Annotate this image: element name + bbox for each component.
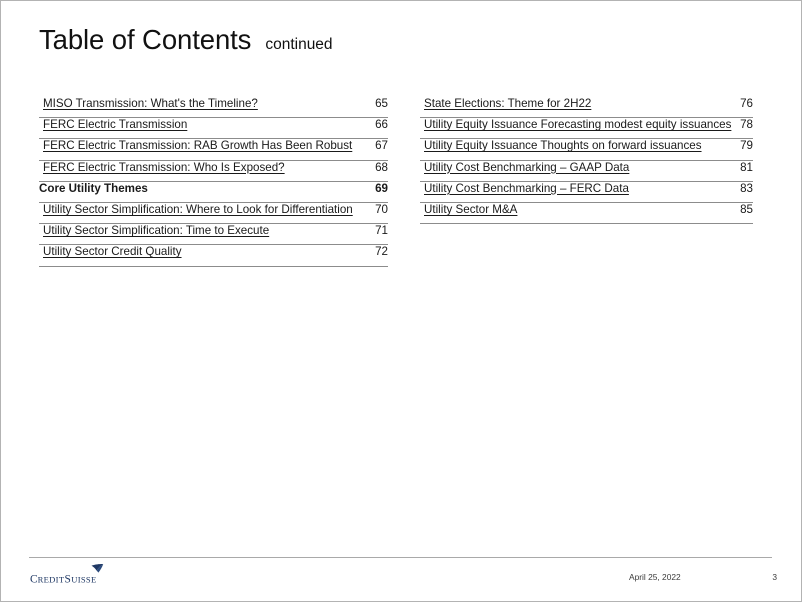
toc-entry-title[interactable]: Utility Sector Simplification: Where to … (43, 203, 353, 216)
toc-entry-title[interactable]: Utility Equity Issuance Thoughts on forw… (424, 139, 702, 152)
toc-left-entry-row[interactable]: Utility Sector Credit Quality 72 (39, 245, 388, 267)
toc-entry-title[interactable]: FERC Electric Transmission: Who Is Expos… (43, 161, 285, 174)
page-title-main: Table of Contents (39, 24, 252, 55)
toc-entry-title[interactable]: Utility Sector Simplification: Time to E… (43, 224, 269, 237)
toc-left-entry-row[interactable]: FERC Electric Transmission: RAB Growth H… (39, 139, 388, 161)
toc-left-entry-row[interactable]: FERC Electric Transmission: Who Is Expos… (39, 161, 388, 182)
toc-left-entry-row[interactable]: Core Utility Themes 69 (39, 182, 388, 203)
toc-entry-page-number[interactable]: 85 (740, 203, 753, 216)
slide-canvas: Table of Contents continued MISO Transmi… (0, 0, 802, 602)
toc-right-entry-row[interactable]: Utility Sector M&A 85 (420, 203, 753, 225)
toc-right-column: State Elections: Theme for 2H22 76 Utility… (420, 97, 753, 225)
toc-left-entry-row[interactable]: Utility Sector Simplification: Where to … (39, 203, 388, 225)
toc-right-entry-row[interactable]: Utility Equity Issuance Thoughts on forw… (420, 139, 753, 161)
toc-right-entry-row[interactable]: State Elections: Theme for 2H22 76 (420, 97, 753, 119)
toc-entry-page-number[interactable]: 72 (375, 245, 388, 258)
toc-left-entry-row[interactable]: FERC Electric Transmission 66 (39, 118, 388, 140)
page-title-suffix: continued (265, 36, 333, 53)
credit-suisse-sail-icon (91, 563, 104, 573)
toc-entry-page-number[interactable]: 67 (375, 139, 388, 152)
toc-entry-title[interactable]: Utility Sector Credit Quality (43, 245, 182, 258)
toc-entry-title[interactable]: Utility Equity Issuance Forecasting mode… (424, 118, 731, 131)
toc-right-entry-row[interactable]: Utility Cost Benchmarking – FERC Data 83 (420, 182, 753, 203)
toc-left-column: MISO Transmission: What's the Timeline? 6… (39, 97, 388, 267)
toc-left-entry-row[interactable]: Utility Sector Simplification: Time to E… (39, 224, 388, 246)
svg-text:REDIT: REDIT (38, 575, 65, 585)
toc-entry-title[interactable]: Core Utility Themes (39, 182, 148, 195)
toc-entry-page-number[interactable]: 68 (375, 161, 388, 174)
toc-right-entry-row[interactable]: Utility Cost Benchmarking – GAAP Data 81 (420, 161, 753, 182)
footer-page-number: 3 (772, 572, 777, 582)
toc-entry-title[interactable]: FERC Electric Transmission (43, 118, 187, 131)
toc-entry-title[interactable]: Utility Cost Benchmarking – FERC Data (424, 182, 629, 195)
toc-entry-page-number[interactable]: 71 (375, 224, 388, 237)
toc-entry-title[interactable]: State Elections: Theme for 2H22 (424, 97, 591, 110)
toc-entry-page-number[interactable]: 83 (740, 182, 753, 195)
toc-entry-title[interactable]: Utility Cost Benchmarking – GAAP Data (424, 161, 629, 174)
toc-entry-title[interactable]: FERC Electric Transmission: RAB Growth H… (43, 139, 352, 152)
toc-right-entry-row[interactable]: Utility Equity Issuance Forecasting mode… (420, 118, 753, 140)
toc-entry-title[interactable]: MISO Transmission: What's the Timeline? (43, 97, 258, 110)
toc-entry-page-number[interactable]: 66 (375, 118, 388, 131)
page-title: Table of Contents continued (39, 24, 333, 56)
footer-divider (29, 557, 772, 558)
toc-entry-page-number[interactable]: 70 (375, 203, 388, 216)
svg-text:UISSE: UISSE (71, 575, 96, 585)
toc-entry-page-number[interactable]: 81 (740, 161, 753, 174)
toc-entry-page-number[interactable]: 69 (375, 182, 388, 195)
toc-entry-page-number[interactable]: 78 (740, 118, 753, 131)
footer-date: April 25, 2022 (629, 572, 681, 582)
toc-entry-title[interactable]: Utility Sector M&A (424, 203, 517, 216)
toc-left-entry-row[interactable]: MISO Transmission: What's the Timeline? 6… (39, 97, 388, 119)
toc-entry-page-number[interactable]: 79 (740, 139, 753, 152)
credit-suisse-logo: C REDIT S UISSE (30, 563, 150, 589)
svg-text:S: S (65, 574, 72, 586)
toc-entry-page-number[interactable]: 65 (375, 97, 388, 110)
toc-entry-page-number[interactable]: 76 (740, 97, 753, 110)
